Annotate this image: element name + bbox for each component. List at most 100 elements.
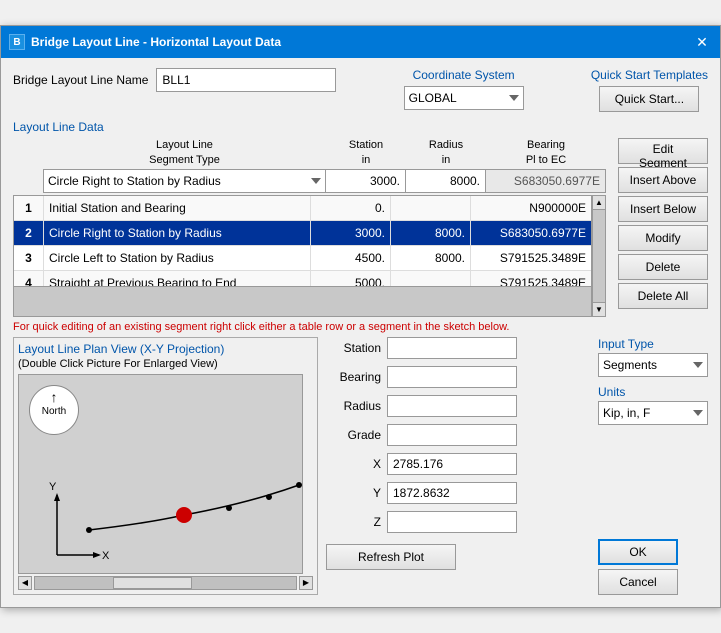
svg-text:X: X xyxy=(102,550,110,562)
content-area: Bridge Layout Line Name Coordinate Syste… xyxy=(1,58,720,607)
layout-table-area: 1 Initial Station and Bearing 0. N900000… xyxy=(13,195,606,317)
table-row[interactable]: 3 Circle Left to Station by Radius 4500.… xyxy=(14,246,591,271)
horizontal-scrollbar[interactable]: ◀ ▶ xyxy=(18,576,313,590)
right-button-group: Edit Segment Insert Above Insert Below M… xyxy=(618,138,708,317)
scroll-up-arrow[interactable]: ▲ xyxy=(593,196,605,210)
table-row[interactable]: 1 Initial Station and Bearing 0. N900000… xyxy=(14,196,591,221)
close-button[interactable]: ✕ xyxy=(692,32,712,52)
header-section: Bridge Layout Line Name Coordinate Syste… xyxy=(13,68,708,112)
col-radius: Radiusin xyxy=(406,138,486,167)
table-wrapper: 1 Initial Station and Bearing 0. N900000… xyxy=(13,195,592,317)
x-label: X xyxy=(326,457,381,471)
row-num: 1 xyxy=(14,196,44,220)
modify-button[interactable]: Modify xyxy=(618,225,708,251)
row-type: Circle Left to Station by Radius xyxy=(44,246,311,270)
main-window: B Bridge Layout Line - Horizontal Layout… xyxy=(0,25,721,608)
row-bearing: N900000E xyxy=(471,196,591,220)
station-row: Station xyxy=(326,337,590,359)
table-row[interactable]: 4 Straight at Previous Bearing to End 50… xyxy=(14,271,591,286)
z-label: Z xyxy=(326,515,381,529)
row-type: Straight at Previous Bearing to End xyxy=(44,271,311,286)
table-scroll[interactable]: 1 Initial Station and Bearing 0. N900000… xyxy=(14,196,591,286)
y-field[interactable] xyxy=(387,482,517,504)
segment-station-input[interactable] xyxy=(326,169,406,193)
units-label: Units xyxy=(598,385,708,399)
station-field[interactable] xyxy=(387,337,517,359)
svg-text:Y: Y xyxy=(49,481,57,493)
delete-all-button[interactable]: Delete All xyxy=(618,283,708,309)
title-bar: B Bridge Layout Line - Horizontal Layout… xyxy=(1,26,720,58)
edit-segment-button[interactable]: Edit Segment xyxy=(618,138,708,164)
ok-button[interactable]: OK xyxy=(598,539,678,565)
segment-radius-input[interactable] xyxy=(406,169,486,193)
row-station: 5000. xyxy=(311,271,391,286)
insert-above-button[interactable]: Insert Above xyxy=(618,167,708,193)
row-station: 0. xyxy=(311,196,391,220)
quick-start-section: Quick Start Templates Quick Start... xyxy=(591,68,708,112)
row-bearing: S791525.3489E xyxy=(471,246,591,270)
layout-left: Layout LineSegment Type Stationin Radius… xyxy=(13,138,606,317)
station-label: Station xyxy=(326,341,381,355)
row-num: 2 xyxy=(14,221,44,245)
ok-cancel-group: OK Cancel xyxy=(598,539,708,595)
grade-field[interactable] xyxy=(387,424,517,446)
input-type-select[interactable]: Segments Points xyxy=(598,353,708,377)
refresh-plot-container: Refresh Plot xyxy=(326,544,590,570)
quick-start-label: Quick Start Templates xyxy=(591,68,708,82)
x-row: X xyxy=(326,453,590,475)
plan-view-title: Layout Line Plan View (X-Y Projection) xyxy=(18,342,313,356)
plan-canvas[interactable]: ↑ North Y X xyxy=(18,374,303,574)
grade-row: Grade xyxy=(326,424,590,446)
scroll-track xyxy=(593,210,605,302)
scroll-right-arrow[interactable]: ▶ xyxy=(299,576,313,590)
plan-view-section: Layout Line Plan View (X-Y Projection) (… xyxy=(13,337,318,595)
col-bearing: BearingPl to EC xyxy=(486,138,606,167)
bearing-field[interactable] xyxy=(387,366,517,388)
insert-below-button[interactable]: Insert Below xyxy=(618,196,708,222)
input-type-group: Input Type Segments Points xyxy=(598,337,708,377)
empty-rows xyxy=(14,286,591,316)
coord-system-select[interactable]: GLOBAL LOCAL xyxy=(404,86,524,110)
radius-field[interactable] xyxy=(387,395,517,417)
bottom-section: Layout Line Plan View (X-Y Projection) (… xyxy=(13,337,708,595)
delete-button[interactable]: Delete xyxy=(618,254,708,280)
scroll-left-arrow[interactable]: ◀ xyxy=(18,576,32,590)
cancel-button[interactable]: Cancel xyxy=(598,569,678,595)
coord-system-label: Coordinate System xyxy=(413,68,515,82)
vertical-scrollbar[interactable]: ▲ ▼ xyxy=(592,195,606,317)
col-segment-type: Layout LineSegment Type xyxy=(43,138,326,167)
x-field[interactable] xyxy=(387,453,517,475)
y-row: Y xyxy=(326,482,590,504)
bridge-name-section: Bridge Layout Line Name xyxy=(13,68,336,92)
z-row: Z xyxy=(326,511,590,533)
layout-body: Layout LineSegment Type Stationin Radius… xyxy=(13,138,708,317)
row-type: Initial Station and Bearing xyxy=(44,196,311,220)
scroll-thumb-horiz xyxy=(113,577,191,589)
table-row[interactable]: 2 Circle Right to Station by Radius 3000… xyxy=(14,221,591,246)
units-select[interactable]: Kip, in, F Kip, ft, F xyxy=(598,401,708,425)
refresh-plot-button[interactable]: Refresh Plot xyxy=(326,544,456,570)
segment-editor-row: Circle Right to Station by Radius Circle… xyxy=(13,169,606,193)
plan-view-subtitle: (Double Click Picture For Enlarged View) xyxy=(18,358,313,370)
bridge-name-input[interactable] xyxy=(156,68,336,92)
quick-start-button[interactable]: Quick Start... xyxy=(599,86,699,112)
table-container: 1 Initial Station and Bearing 0. N900000… xyxy=(13,195,592,317)
row-radius xyxy=(391,271,471,286)
row-num: 3 xyxy=(14,246,44,270)
scroll-track-horiz xyxy=(34,576,297,590)
app-icon: B xyxy=(9,34,25,50)
middle-input-section: Station Bearing Radius Grade X xyxy=(326,337,590,595)
row-bearing: S791525.3489E xyxy=(471,271,591,286)
row-type: Circle Right to Station by Radius xyxy=(44,221,311,245)
grade-label: Grade xyxy=(326,428,381,442)
right-controls-section: Input Type Segments Points Units Kip, in… xyxy=(598,337,708,595)
radius-row: Radius xyxy=(326,395,590,417)
col-num xyxy=(13,138,43,167)
row-bearing: S683050.6977E xyxy=(471,221,591,245)
scroll-down-arrow[interactable]: ▼ xyxy=(593,302,605,316)
layout-section-label: Layout Line Data xyxy=(13,120,708,134)
row-radius: 8000. xyxy=(391,246,471,270)
segment-type-select[interactable]: Circle Right to Station by Radius Circle… xyxy=(43,169,326,193)
z-field[interactable] xyxy=(387,511,517,533)
units-group: Units Kip, in, F Kip, ft, F xyxy=(598,385,708,425)
